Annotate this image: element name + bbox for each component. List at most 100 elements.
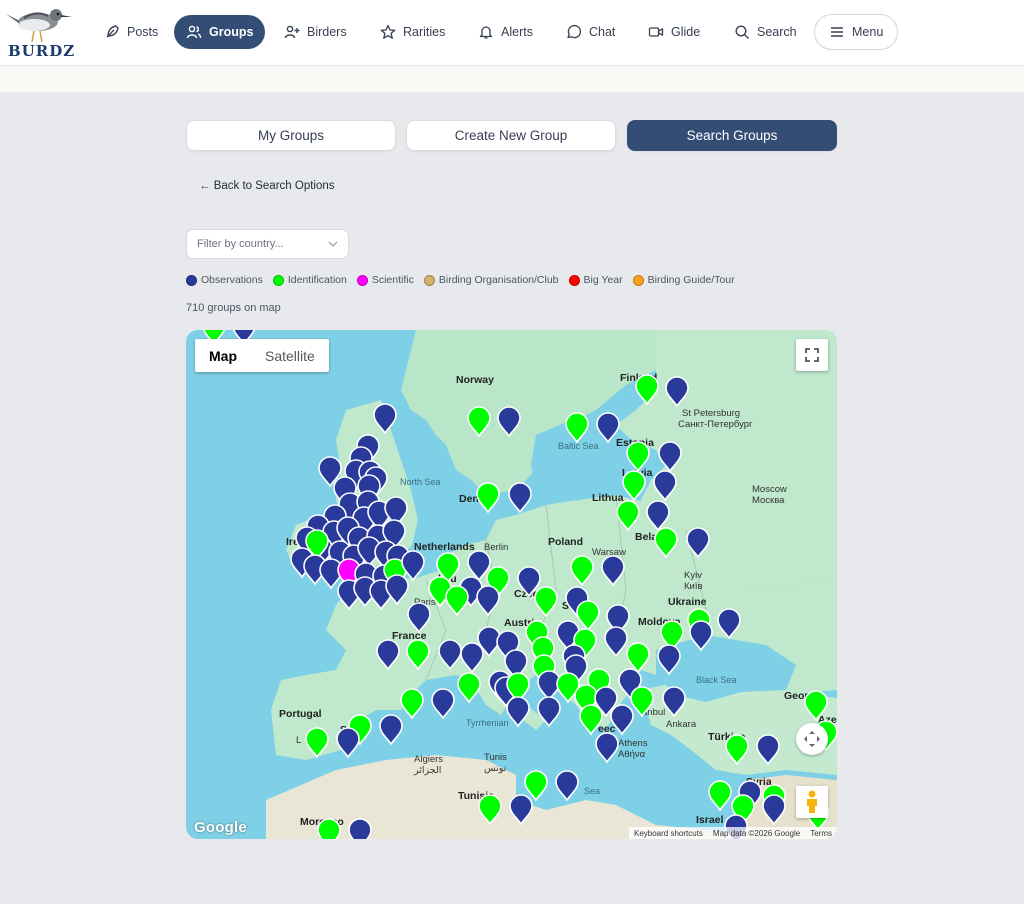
nav-posts-label: Posts (127, 25, 159, 39)
map-pin[interactable] (646, 500, 670, 532)
nav-rarities[interactable]: Rarities (368, 15, 457, 49)
users-icon (186, 25, 202, 39)
google-logo: Google (194, 819, 247, 836)
tab-my-groups[interactable]: My Groups (186, 120, 396, 151)
map-pin[interactable] (626, 441, 650, 473)
map-pin[interactable] (601, 555, 625, 587)
map-pin[interactable] (657, 644, 681, 676)
map-pin[interactable] (626, 642, 650, 674)
nav-posts[interactable]: Posts (92, 15, 170, 49)
map-pin[interactable] (654, 527, 678, 559)
nav-glide[interactable]: Glide (636, 15, 712, 49)
legend-dot (272, 274, 284, 286)
camera-control-button[interactable] (796, 723, 828, 755)
nav-rarities-label: Rarities (403, 25, 446, 39)
groups-map[interactable]: Norway Finland St Petersburg Санкт-Петер… (186, 330, 837, 839)
map-pin[interactable] (407, 602, 431, 634)
bird-logo-icon[interactable]: BURDZ (4, 4, 74, 60)
country-filter-select[interactable]: Filter by country... (186, 229, 349, 259)
chat-bubble-icon (567, 24, 582, 39)
legend-observations: Observations (186, 274, 263, 286)
map-pin[interactable] (534, 586, 558, 618)
map-pin[interactable] (467, 406, 491, 438)
legend-scientific: Scientific (356, 274, 414, 286)
map-pin[interactable] (401, 550, 425, 582)
map-pin[interactable] (348, 818, 372, 839)
map-pin[interactable] (565, 412, 589, 444)
map-pin[interactable] (555, 770, 579, 802)
map-pin[interactable] (604, 626, 628, 658)
map-type-map-button[interactable]: Map (195, 339, 251, 372)
map-pin[interactable] (476, 585, 500, 617)
legend-birding-guide: Birding Guide/Tour (632, 274, 735, 286)
map-pin[interactable] (579, 704, 603, 736)
map-pin[interactable] (400, 688, 424, 720)
map-pin[interactable] (508, 482, 532, 514)
nav-search[interactable]: Search (722, 15, 809, 49)
map-pin[interactable] (460, 642, 484, 674)
map-pin[interactable] (717, 608, 741, 640)
map-type-satellite-button[interactable]: Satellite (251, 339, 329, 372)
map-pin[interactable] (762, 794, 786, 826)
map-attribution: Keyboard shortcuts Map data ©2026 Google… (628, 827, 837, 839)
chevron-down-icon (328, 241, 338, 247)
map-pin[interactable] (497, 406, 521, 438)
legend-identification: Identification (272, 274, 347, 286)
map-pin[interactable] (653, 470, 677, 502)
keyboard-shortcuts-link[interactable]: Keyboard shortcuts (629, 829, 708, 838)
map-pin[interactable] (406, 639, 430, 671)
map-pin[interactable] (725, 734, 749, 766)
map-pin[interactable] (524, 770, 548, 802)
fullscreen-icon (805, 348, 819, 362)
tab-create-new-group[interactable]: Create New Group (406, 120, 616, 151)
map-pin[interactable] (635, 374, 659, 406)
map-pin[interactable] (596, 412, 620, 444)
country-filter-placeholder: Filter by country... (197, 238, 284, 250)
map-pin[interactable] (379, 714, 403, 746)
map-pin[interactable] (457, 672, 481, 704)
map-pin[interactable] (336, 727, 360, 759)
nav-chat[interactable]: Chat (554, 15, 627, 49)
map-pin[interactable] (317, 818, 341, 839)
fullscreen-button[interactable] (796, 339, 828, 371)
legend-big-year: Big Year (568, 274, 623, 286)
map-pin[interactable] (476, 482, 500, 514)
map-pin[interactable] (658, 441, 682, 473)
map-pin[interactable] (616, 500, 640, 532)
nav-birders[interactable]: Birders (272, 15, 359, 49)
map-pin[interactable] (576, 600, 600, 632)
terms-link[interactable]: Terms (805, 829, 837, 838)
map-pin[interactable] (431, 688, 455, 720)
nav-alerts[interactable]: Alerts (466, 15, 545, 49)
map-pin[interactable] (509, 794, 533, 826)
map-pin[interactable] (445, 585, 469, 617)
map-pin[interactable] (506, 696, 530, 728)
map-pin[interactable] (376, 639, 400, 671)
map-pins (203, 330, 837, 839)
map-pin[interactable] (570, 555, 594, 587)
map-pin[interactable] (630, 686, 654, 718)
tab-search-groups[interactable]: Search Groups (627, 120, 837, 151)
map-pin[interactable] (537, 696, 561, 728)
nav-search-label: Search (757, 25, 797, 39)
map-pin[interactable] (610, 704, 634, 736)
hamburger-icon (831, 27, 843, 37)
nav-groups[interactable]: Groups (174, 15, 266, 49)
map-pin[interactable] (756, 734, 780, 766)
map-pin[interactable] (662, 686, 686, 718)
back-to-search-options-link[interactable]: ← Back to Search Options (199, 180, 335, 192)
legend-dot (568, 274, 580, 286)
map-pin[interactable] (686, 527, 710, 559)
map-pin[interactable] (373, 403, 397, 435)
map-pin[interactable] (708, 780, 732, 812)
menu-button[interactable]: Menu (814, 14, 899, 50)
map-pin[interactable] (622, 470, 646, 502)
map-pin[interactable] (665, 376, 689, 408)
map-pin[interactable] (595, 732, 619, 764)
map-pin[interactable] (689, 620, 713, 652)
street-view-pegman[interactable] (796, 786, 828, 818)
map-pin[interactable] (438, 639, 462, 671)
map-pin[interactable] (804, 690, 828, 722)
map-pin[interactable] (478, 794, 502, 826)
map-pin[interactable] (305, 727, 329, 759)
